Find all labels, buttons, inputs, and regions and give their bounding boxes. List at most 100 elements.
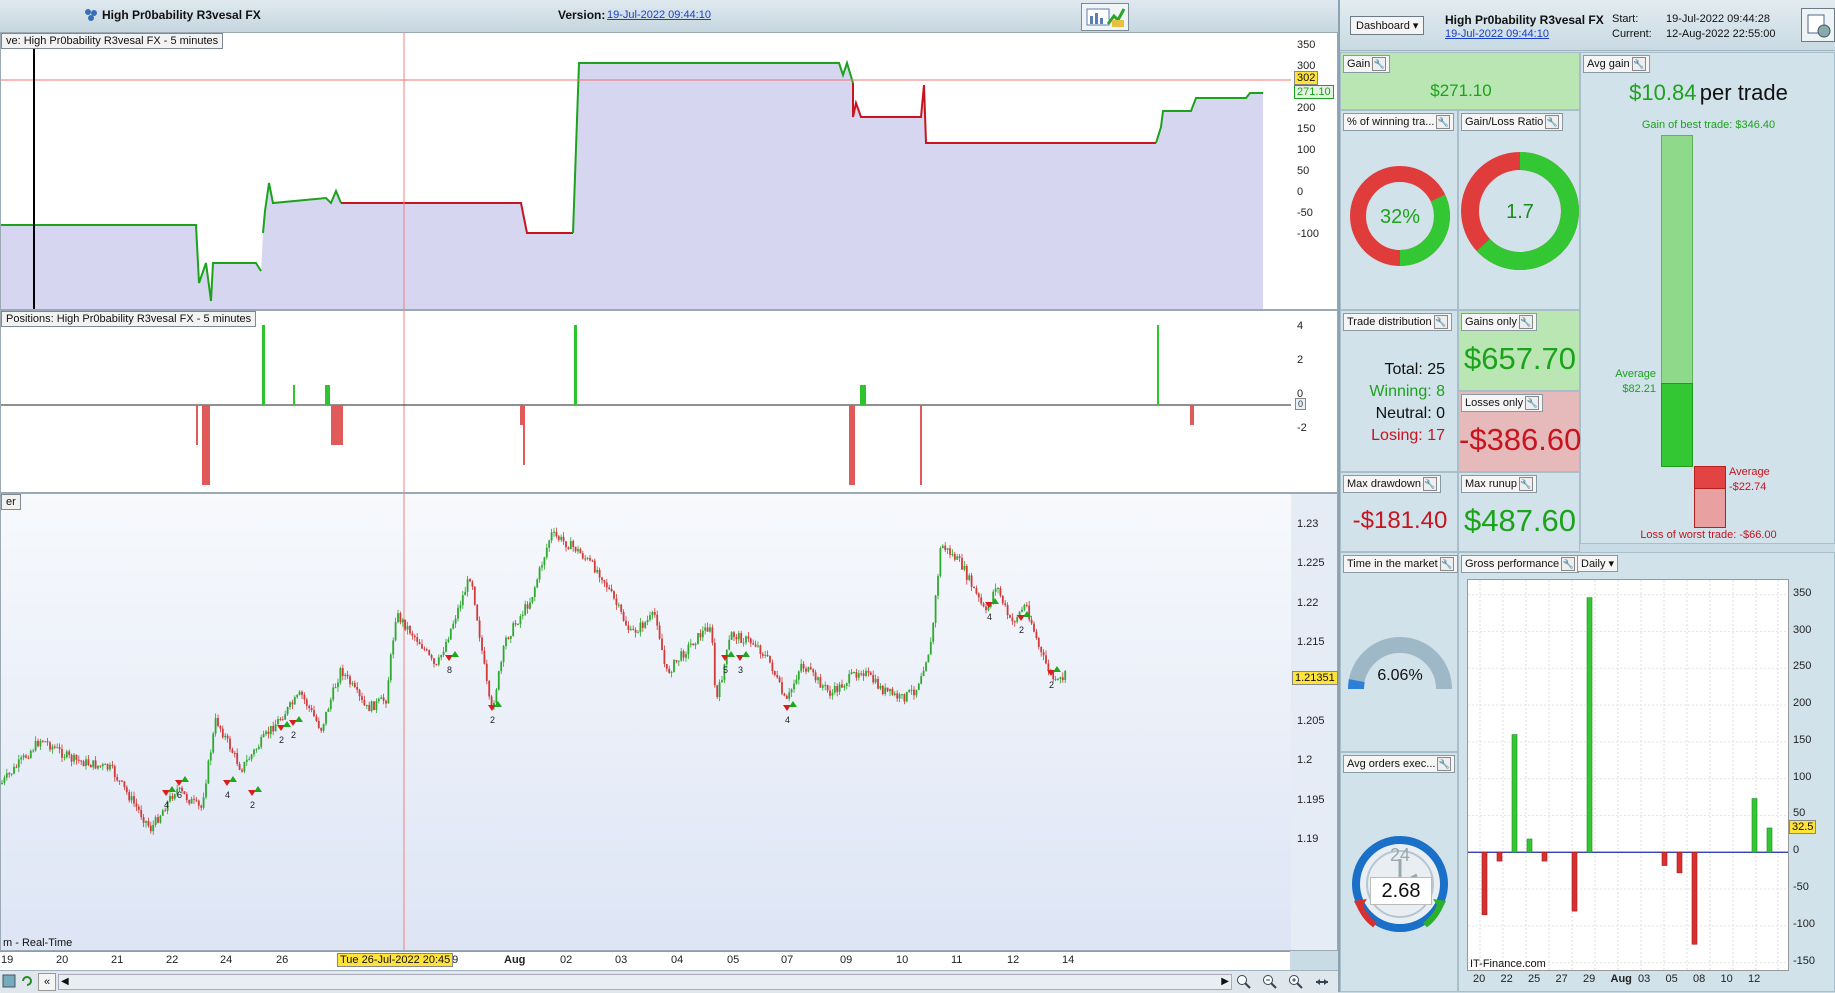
candle-body [826,685,829,691]
x-tick-label: 22 [166,954,179,966]
zoom-fit-icon[interactable] [1236,974,1252,993]
gain-title[interactable]: Gain 🔧 [1343,55,1391,73]
candle-body [44,741,47,743]
gains-only-title[interactable]: Gains only 🔧 [1461,313,1537,331]
losses-only-title[interactable]: Losses only 🔧 [1461,394,1544,412]
candle-body [973,586,975,589]
candle-body [217,717,219,726]
zoom-in-icon[interactable] [1288,974,1304,993]
gp-x-tick-label: 03 [1638,973,1651,985]
wrench-icon[interactable]: 🔧 [1439,557,1454,571]
candle-body [445,641,447,652]
time-in-market-title[interactable]: Time in the market 🔧 [1343,555,1458,573]
candle-body [73,754,75,762]
candle-body [128,792,131,801]
scroll-left-icon[interactable]: ◀ [61,976,69,987]
candle-body [452,623,455,629]
candle-body [118,780,121,782]
candle-body [221,728,224,738]
horizontal-scrollbar[interactable]: ◀ ▶ [58,974,1232,990]
y-tick-label: 1.22 [1297,596,1319,609]
candle-body [476,604,479,621]
avg-gain-title-text: Avg gain [1587,57,1630,70]
max-runup-title[interactable]: Max runup 🔧 [1461,475,1537,493]
avg-gain-title[interactable]: Avg gain 🔧 [1583,55,1650,73]
candle-body [356,686,359,690]
candle-body [608,587,611,589]
candle-body [956,556,959,560]
candle-body [10,773,13,775]
performance-report-icon[interactable] [1081,3,1129,31]
price-panel-label: er [1,494,21,510]
wrench-icon[interactable]: 🔧 [1436,115,1451,129]
dashboard-dropdown[interactable]: Dashboard ▾ [1350,16,1425,35]
candle-body [980,597,983,604]
candle-body [361,696,363,701]
candle-body [315,716,318,721]
position-bar [1190,405,1194,425]
candle-body [994,588,997,592]
resize-icon[interactable] [1314,974,1330,993]
dashboard-version-link[interactable]: 19-Jul-2022 09:44:10 [1445,28,1549,40]
gp-bar [1586,597,1593,853]
candle-body [699,633,702,638]
candle-body [125,787,128,793]
candle-body [241,769,243,772]
candle-body [1013,621,1016,623]
version-link[interactable]: 19-Jul-2022 09:44:10 [607,9,711,21]
candle-body [541,565,543,568]
candle-body [697,633,699,644]
price-background [1,494,1291,950]
max-drawdown-title[interactable]: Max drawdown 🔧 [1343,475,1441,493]
wrench-icon[interactable]: 🔧 [1433,315,1448,329]
candle-body [202,797,205,808]
scroll-right-icon[interactable]: ▶ [1221,976,1229,987]
wrench-icon[interactable]: 🔧 [1372,57,1387,71]
neutral-trades: Neutral: 0 [1375,405,1445,422]
trade-distribution-title[interactable]: Trade distribution 🔧 [1343,313,1452,331]
candle-body [641,622,644,628]
wrench-icon[interactable]: 🔧 [1518,315,1533,329]
candle-body [519,616,522,625]
wrench-icon[interactable]: 🔧 [1437,757,1452,771]
candle-body [344,674,347,676]
zoom-out-icon[interactable] [1262,974,1278,993]
candle-body [855,672,858,678]
candle-body [560,536,563,540]
wrench-icon[interactable]: 🔧 [1518,477,1533,491]
wrench-icon[interactable]: 🔧 [1422,477,1437,491]
scroll-start-button[interactable]: « [38,973,56,991]
candle-body [701,630,704,638]
candle-body [653,612,656,615]
winning-pct-title[interactable]: % of winning tra... 🔧 [1343,113,1455,131]
avg-gain-value: $10.84 [1629,80,1697,105]
gain-loss-ratio-card: Gain/Loss Ratio 🔧 1.7 [1458,110,1580,310]
candle-body [629,628,632,631]
period-dropdown[interactable]: Daily ▾ [1577,555,1619,572]
candle-body [951,553,954,555]
candle-body [1021,609,1023,612]
wrench-icon[interactable]: 🔧 [1631,57,1646,71]
candle-body [245,759,248,762]
candle-body [214,717,217,734]
gross-performance-svg [1468,580,1788,970]
candle-body [872,674,875,683]
report-settings-icon[interactable] [1801,8,1835,42]
candle-body [111,764,114,767]
candle-body [488,680,491,697]
gross-performance-title[interactable]: Gross performance 🔧 [1461,555,1580,573]
wrench-icon[interactable]: 🔧 [1561,557,1576,571]
candle-body [610,588,613,592]
avg-orders-title[interactable]: Avg orders exec... 🔧 [1343,755,1456,773]
candle-body [656,614,659,626]
layout-icon[interactable] [2,974,16,991]
candle-body [385,700,387,704]
wrench-icon[interactable]: 🔧 [1525,396,1540,410]
candle-body [178,787,181,790]
candle-body [401,619,404,623]
gain-loss-ratio-title[interactable]: Gain/Loss Ratio 🔧 [1461,113,1564,131]
refresh-icon[interactable] [20,974,34,991]
candle-body [596,569,599,573]
wrench-icon[interactable]: 🔧 [1545,115,1560,129]
candle-body [238,763,241,770]
